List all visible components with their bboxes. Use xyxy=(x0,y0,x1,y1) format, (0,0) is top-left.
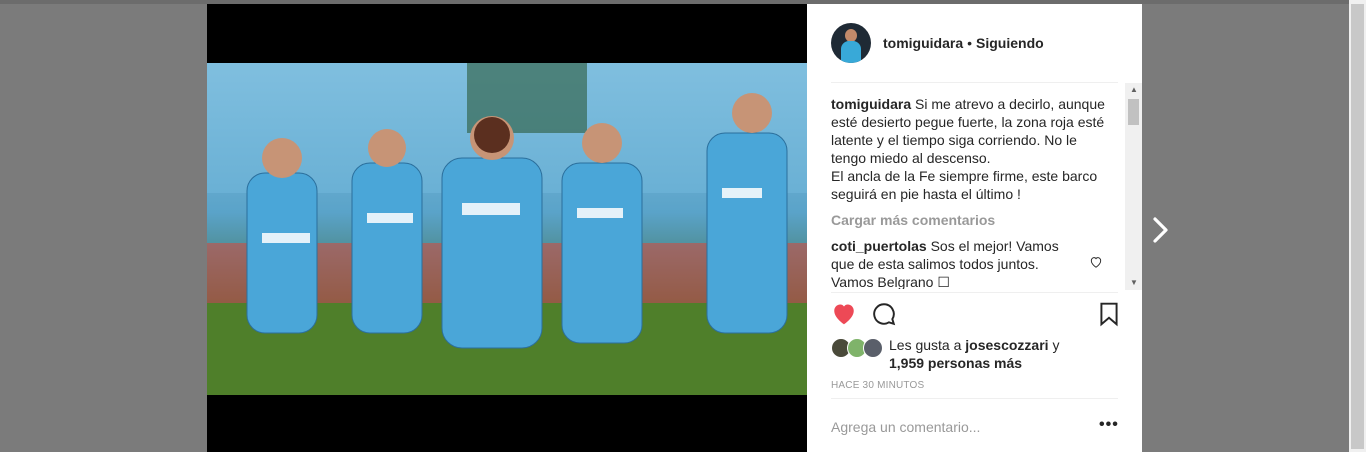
comment-username[interactable]: coti_puertolas xyxy=(831,238,927,254)
scrollbar-thumb[interactable] xyxy=(1128,99,1139,125)
liker-username[interactable]: josescozzari xyxy=(965,337,1048,353)
caption-line: El ancla de la Fe siempre firme, este ba… xyxy=(831,168,1098,184)
likes-text: Les gusta a josescozzari y 1,959 persona… xyxy=(889,336,1059,372)
comment-divider xyxy=(831,398,1118,399)
caption-line: esté desierto pegue fuerte, la zona roja… xyxy=(831,114,1105,130)
caption-username[interactable]: tomiguidara xyxy=(831,96,911,112)
page-scrollbar-thumb[interactable] xyxy=(1351,4,1364,449)
avatar-shirt xyxy=(841,41,861,63)
load-more-comments[interactable]: Cargar más comentarios xyxy=(831,211,995,229)
liker-avatar[interactable] xyxy=(863,338,883,358)
avatar[interactable] xyxy=(831,23,871,63)
post-media[interactable] xyxy=(207,4,807,452)
comment-like-heart-icon[interactable] xyxy=(1089,255,1103,269)
caption-line: tomiguidara Si me atrevo a decirlo, aunq… xyxy=(831,95,1111,113)
team-photo xyxy=(207,63,807,395)
comments-scrollbar[interactable]: ▲ ▼ xyxy=(1125,83,1142,290)
comment-icon[interactable] xyxy=(871,301,897,327)
more-icon[interactable]: ••• xyxy=(1099,416,1119,434)
chevron-right-icon[interactable] xyxy=(1150,213,1172,247)
header-separator: • xyxy=(967,35,973,51)
bookmark-icon[interactable] xyxy=(1096,301,1122,327)
comment-line: que de esta salimos todos juntos. xyxy=(831,256,1039,272)
caption-text: Si me atrevo a decirlo, aunque xyxy=(915,96,1105,112)
header-text: tomiguidara • Siguiendo xyxy=(883,35,1044,51)
post-sidebar: tomiguidara • Siguiendo tomiguidara Si me … xyxy=(807,4,1142,452)
follow-status[interactable]: Siguiendo xyxy=(976,35,1044,51)
likes-prefix: Les gusta a xyxy=(889,337,962,353)
post-timestamp[interactable]: HACE 30 MINUTOS xyxy=(831,380,924,391)
caption: tomiguidara Si me atrevo a decirlo, aunq… xyxy=(831,95,1111,203)
comment-text: Sos el mejor! Vamos xyxy=(930,238,1059,254)
comments-list[interactable]: tomiguidara Si me atrevo a decirlo, aunq… xyxy=(831,95,1118,289)
caption-line: latente y el tiempo siga corriendo. No l… xyxy=(831,132,1077,148)
post-photo[interactable] xyxy=(207,63,807,395)
likes-summary: Les gusta a josescozzari y 1,959 persona… xyxy=(831,336,1118,372)
liker-avatars[interactable] xyxy=(831,338,883,358)
actions-divider xyxy=(831,292,1118,293)
likes-count[interactable]: 1,959 personas más xyxy=(889,355,1022,371)
page-scrollbar[interactable] xyxy=(1349,0,1366,452)
scroll-down-icon[interactable]: ▼ xyxy=(1130,278,1138,287)
caption-line: tengo miedo al descenso. xyxy=(831,150,991,166)
comment-item: coti_puertolas Sos el mejor! Vamos que d… xyxy=(831,237,1091,289)
heart-icon[interactable] xyxy=(831,301,857,327)
likes-conjunction: y xyxy=(1052,337,1060,353)
action-bar xyxy=(831,301,1118,327)
header-divider xyxy=(831,82,1118,83)
comment-line: Vamos Belgrano ☐ xyxy=(831,274,950,289)
caption-line: seguirá en pie hasta el último ! xyxy=(831,186,1021,202)
post-modal: tomiguidara • Siguiendo tomiguidara Si me … xyxy=(207,4,1142,452)
comment-input[interactable]: Agrega un comentario... xyxy=(831,419,980,435)
post-header: tomiguidara • Siguiendo xyxy=(807,4,1142,82)
scroll-up-icon[interactable]: ▲ xyxy=(1130,85,1138,94)
author-username[interactable]: tomiguidara xyxy=(883,35,963,51)
comment-line: coti_puertolas Sos el mejor! Vamos xyxy=(831,237,1091,255)
